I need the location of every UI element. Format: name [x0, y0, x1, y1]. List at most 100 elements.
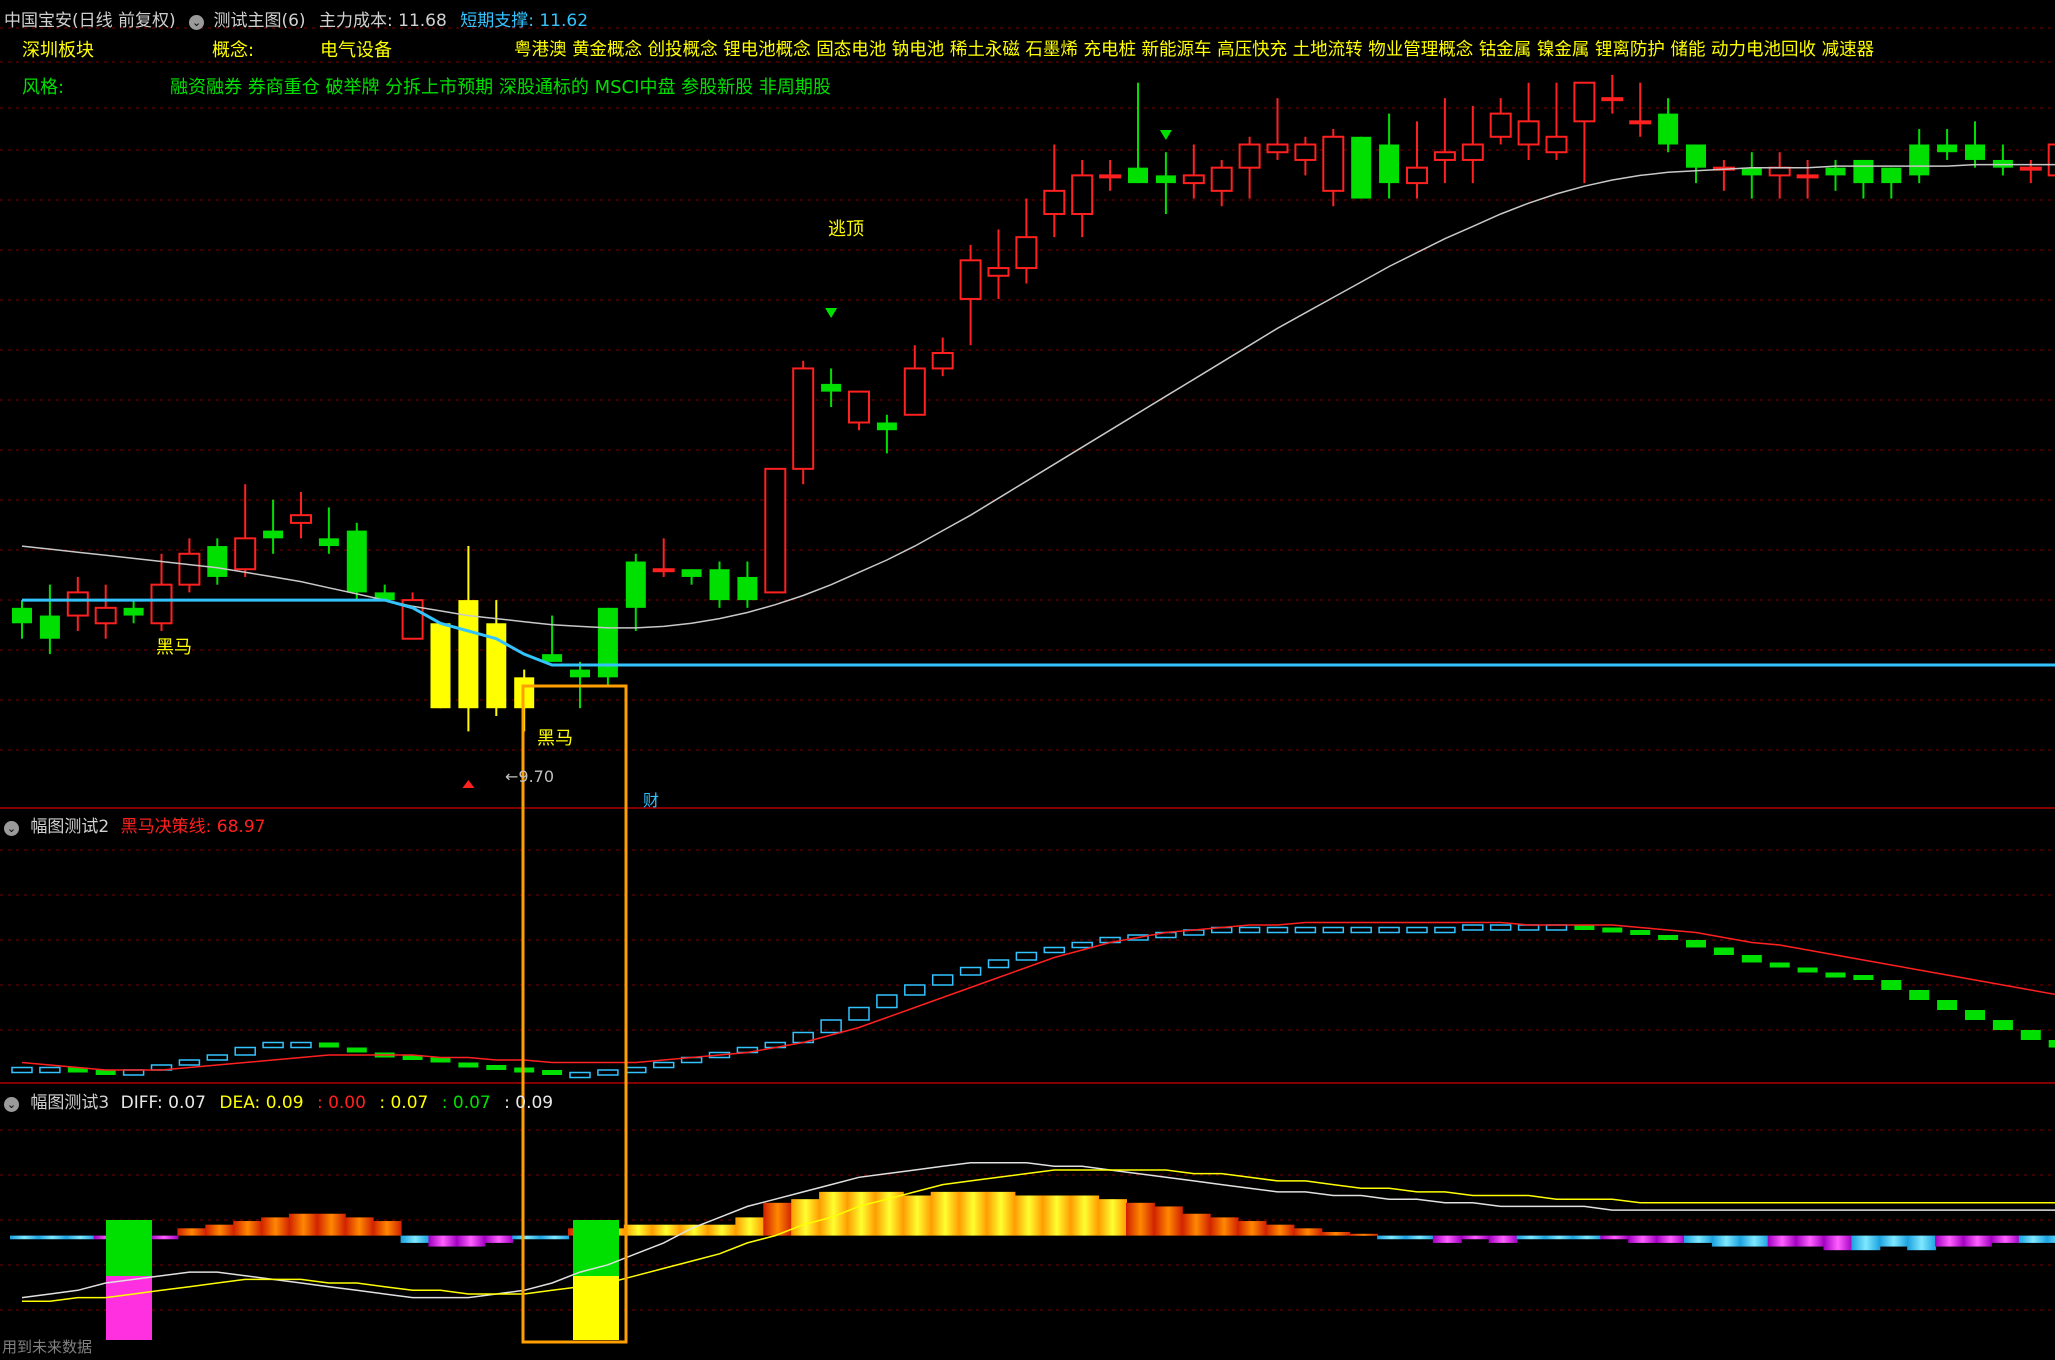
candle-body: [1825, 167, 1846, 176]
candle-body: [1322, 135, 1345, 192]
macd-bar: [1265, 1224, 1295, 1236]
footer-note: 用到未来数据: [2, 1338, 93, 1356]
macd-bar: [707, 1224, 737, 1236]
macd-bar: [1209, 1217, 1239, 1236]
macd-bar: [1963, 1235, 1992, 1247]
macd-bar: [2018, 1235, 2048, 1243]
indicator-bar: [1769, 962, 1790, 968]
macd-bar: [2046, 1235, 2055, 1243]
indicator-bar: [1965, 1010, 1985, 1020]
panel2-title[interactable]: 幅图测试2: [30, 817, 109, 837]
candle-body: [1909, 144, 1930, 176]
candle-body: [1182, 174, 1205, 185]
indicator-bar: [178, 1059, 201, 1066]
macd-bar: [261, 1217, 290, 1236]
indicator-bar: [987, 959, 1010, 969]
macd-bar: [1126, 1202, 1155, 1236]
macd-bar: [1851, 1235, 1881, 1251]
chart-canvas: [0, 27, 2055, 1344]
indicator-bar: [1015, 951, 1038, 961]
macd-bar: [1405, 1235, 1434, 1240]
macd-bar: [1321, 1231, 1351, 1236]
macd-bar: [1684, 1235, 1713, 1243]
candle-body: [1545, 135, 1568, 154]
macd-bar: [902, 1195, 932, 1236]
indicator-bar: [486, 1065, 507, 1070]
indicator-bar: [2048, 1040, 2055, 1048]
candle-body: [346, 530, 367, 593]
panel3-title-bar: ⌄ 幅图测试3 DIFF: 0.07 DEA: 0.09 : 0.00 : 0.…: [4, 1088, 553, 1113]
candle-body: [1043, 189, 1066, 215]
indicator-bar: [11, 1066, 33, 1074]
macd-bar: [1907, 1235, 1937, 1251]
candle-body: [318, 538, 339, 547]
indicator-bar: [597, 1069, 619, 1076]
macd-bar: [484, 1235, 514, 1243]
candle-body: [1461, 143, 1484, 161]
macd-bar: [1042, 1195, 1072, 1236]
indicator-bar: [1825, 972, 1846, 978]
indicator-bar: [1853, 975, 1874, 980]
macd-bar: [316, 1213, 346, 1236]
indicator-bar: [1378, 926, 1400, 934]
candle-body: [1768, 166, 1791, 177]
candle-body: [1128, 167, 1148, 184]
candle-body: [876, 422, 897, 431]
macd-bar: [986, 1191, 1016, 1236]
candle-body: [123, 607, 144, 616]
macd-bar: [1935, 1235, 1964, 1247]
macd-bar: [205, 1224, 235, 1236]
candle-body: [66, 591, 89, 617]
candle-body: [1517, 120, 1540, 146]
candle-body: [625, 561, 646, 608]
panel3-collapse-icon[interactable]: ⌄: [4, 1097, 19, 1112]
panel3-title[interactable]: 幅图测试3: [30, 1093, 109, 1113]
indicator-bar: [931, 974, 954, 986]
macd-bar: [149, 1235, 179, 1240]
down-arrow-marker: [1159, 130, 1172, 140]
macd-bar: [1349, 1233, 1379, 1236]
candle-body: [1379, 144, 1400, 184]
stock-title[interactable]: 中国宝安(日线 前复权): [4, 11, 176, 31]
candle-body: [821, 383, 842, 392]
candle-body: [1210, 166, 1233, 192]
candle-body: [290, 514, 312, 524]
support-line: [22, 598, 2055, 667]
candle-body: [12, 607, 32, 624]
candle-body: [1294, 143, 1317, 161]
candle-body: [1071, 174, 1094, 215]
indicator-bar: [1741, 955, 1762, 963]
diff-value: 0.07: [168, 1093, 206, 1113]
panel2-title-bar: ⌄ 幅图测试2 黑马决策线: 68.97: [4, 812, 265, 837]
macd-bar: [1070, 1195, 1100, 1236]
indicator-bar: [1238, 926, 1261, 934]
panel3-v1: : 0.00: [316, 1093, 366, 1113]
candle-body: [150, 583, 173, 625]
candle-body: [1238, 143, 1261, 169]
indicator-bar: [848, 1006, 870, 1021]
macd-bar: [1990, 1235, 2020, 1243]
indicator-bar: [262, 1041, 284, 1049]
macd-bar: [1432, 1235, 1462, 1243]
candle-body: [792, 367, 815, 470]
indicator-bar: [959, 966, 982, 976]
macd-bar: [1181, 1213, 1211, 1236]
panel2-collapse-icon[interactable]: ⌄: [4, 821, 19, 836]
indicator-bar: [904, 984, 926, 996]
indicator-bar: [1071, 941, 1093, 949]
cost-label: 主力成本:: [318, 11, 393, 31]
formula-name[interactable]: 测试主图(6): [213, 11, 305, 31]
macd-bar: [735, 1217, 765, 1236]
candle-body: [959, 259, 982, 300]
cai-badge[interactable]: 财: [643, 787, 659, 811]
indicator-bar: [1043, 946, 1066, 954]
macd-bar: [1460, 1235, 1490, 1240]
escape-top-label: 逃顶: [828, 219, 864, 240]
indicator-bar: [346, 1047, 367, 1053]
grid-lines: [0, 27, 2055, 1311]
indicator-bar: [1658, 935, 1679, 940]
candle-body: [652, 568, 675, 573]
candle-body: [1406, 166, 1428, 185]
collapse-icon[interactable]: ⌄: [189, 15, 205, 30]
macd-bar: [1739, 1235, 1769, 1247]
